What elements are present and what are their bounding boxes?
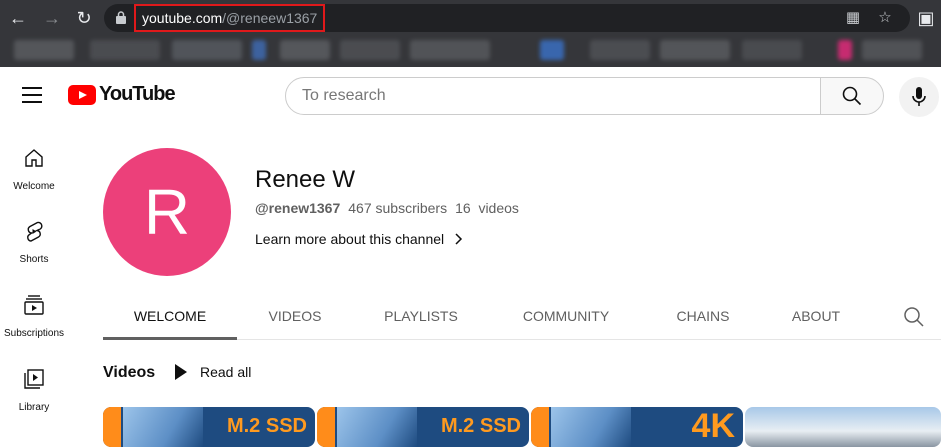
menu-icon[interactable] [22,87,42,103]
channel-handle: @renew1367 [255,200,341,216]
youtube-play-icon [68,84,96,105]
search-box [285,77,885,115]
url-path: /@reneew1367 [222,10,318,26]
search-icon[interactable] [903,306,925,328]
lock-icon [116,11,126,24]
guide-label: Subscriptions [3,328,65,339]
channel-meta: @renew1367 467 subscribers 16 videos [255,200,519,216]
play-all-label: Read all [200,364,252,380]
url-domain: youtube.com [142,10,223,26]
video-thumbnail[interactable]: 4K [531,407,743,447]
thumbnail-graphic [123,407,203,447]
guide-label: Shorts [19,254,49,265]
home-icon [25,149,43,167]
side-panel-icon[interactable]: ▣ [914,6,938,30]
bookmark-item[interactable] [252,40,266,60]
bookmark-star-icon[interactable]: ☆ [876,9,894,27]
search-input[interactable] [285,77,821,115]
bookmark-item[interactable] [172,40,242,60]
tab-about[interactable]: ABOUT [783,296,849,340]
tab-chains[interactable]: CHAINS [663,296,743,340]
back-arrow-icon[interactable]: ← [6,6,30,30]
thumbnail-badge [103,407,121,447]
translate-icon[interactable]: ▦ [844,9,862,27]
logo-text: YouTube [99,83,176,105]
bookmarks-bar [0,35,941,67]
youtube-masthead: YouTube [0,67,941,125]
bookmark-item[interactable] [862,40,922,60]
thumbnail-graphic [337,407,417,447]
bookmark-item[interactable] [838,40,852,60]
thumbnail-caption: 4K [691,407,735,445]
guide-label: Welcome [13,181,55,192]
guide-label: Library [18,402,50,413]
bookmark-item[interactable] [410,40,490,60]
subscriptions-icon [24,295,44,315]
bookmark-item[interactable] [742,40,802,60]
tab-playlists[interactable]: PLAYLISTS [369,296,473,340]
play-icon [175,364,187,380]
url-text[interactable]: youtube.com/@reneew1367 [134,4,326,32]
bookmark-item[interactable] [14,40,74,60]
bookmark-item[interactable] [90,40,160,60]
forward-arrow-icon[interactable]: → [40,6,64,30]
learn-more-link[interactable]: Learn more about this channel [255,231,464,247]
search-button[interactable] [820,77,884,115]
bookmark-item[interactable] [340,40,400,60]
channel-tabs: WELCOME VIDEOS PLAYLISTS COMMUNITY CHAIN… [103,296,941,340]
guide-item-shorts[interactable]: Shorts [0,219,68,265]
bookmark-item[interactable] [280,40,330,60]
bookmark-item[interactable] [540,40,564,60]
thumbnail-caption: M.2 SSD [440,415,521,437]
browser-toolbar: ← → ↻ youtube.com/@reneew1367 ▦ ☆ ▣ [0,0,941,35]
reload-icon[interactable]: ↻ [72,6,96,30]
video-thumbnail[interactable]: M.2 SSD [317,407,529,447]
channel-name: Renee W [255,166,356,193]
bookmark-item[interactable] [660,40,730,60]
video-thumbnail[interactable] [745,407,941,447]
youtube-logo[interactable]: YouTube [68,83,176,106]
subscriber-count: 467 subscribers [348,200,448,216]
guide-item-library[interactable]: Library [0,367,68,413]
guide-item-subscriptions[interactable]: Subscriptions [0,293,68,339]
tab-community[interactable]: COMMUNITY [511,296,621,340]
library-icon [24,369,44,389]
play-all-button[interactable]: Read all [175,364,251,380]
chevron-right-icon [455,233,463,245]
section-title: Videos [103,364,156,381]
learn-more-label: Learn more about this channel [255,231,445,247]
search-icon [842,86,862,106]
microphone-icon [912,87,926,106]
thumbnail-badge [317,407,335,447]
channel-avatar[interactable]: R [103,148,231,276]
video-count: 16 videos [455,200,519,216]
thumbnail-caption: M.2 SSD [226,415,307,437]
video-thumbnail[interactable]: M.2 SSD [103,407,315,447]
tab-videos[interactable]: VIDEOS [253,296,337,340]
guide-item-welcome[interactable]: Welcome [0,146,68,192]
thumbnail-graphic [551,407,631,447]
thumbnail-badge [531,407,549,447]
voice-search-button[interactable] [899,77,939,117]
bookmark-item[interactable] [590,40,650,60]
shorts-icon [27,221,43,242]
tab-welcome[interactable]: WELCOME [103,296,237,340]
address-bar[interactable]: youtube.com/@reneew1367 ▦ ☆ [104,4,910,32]
